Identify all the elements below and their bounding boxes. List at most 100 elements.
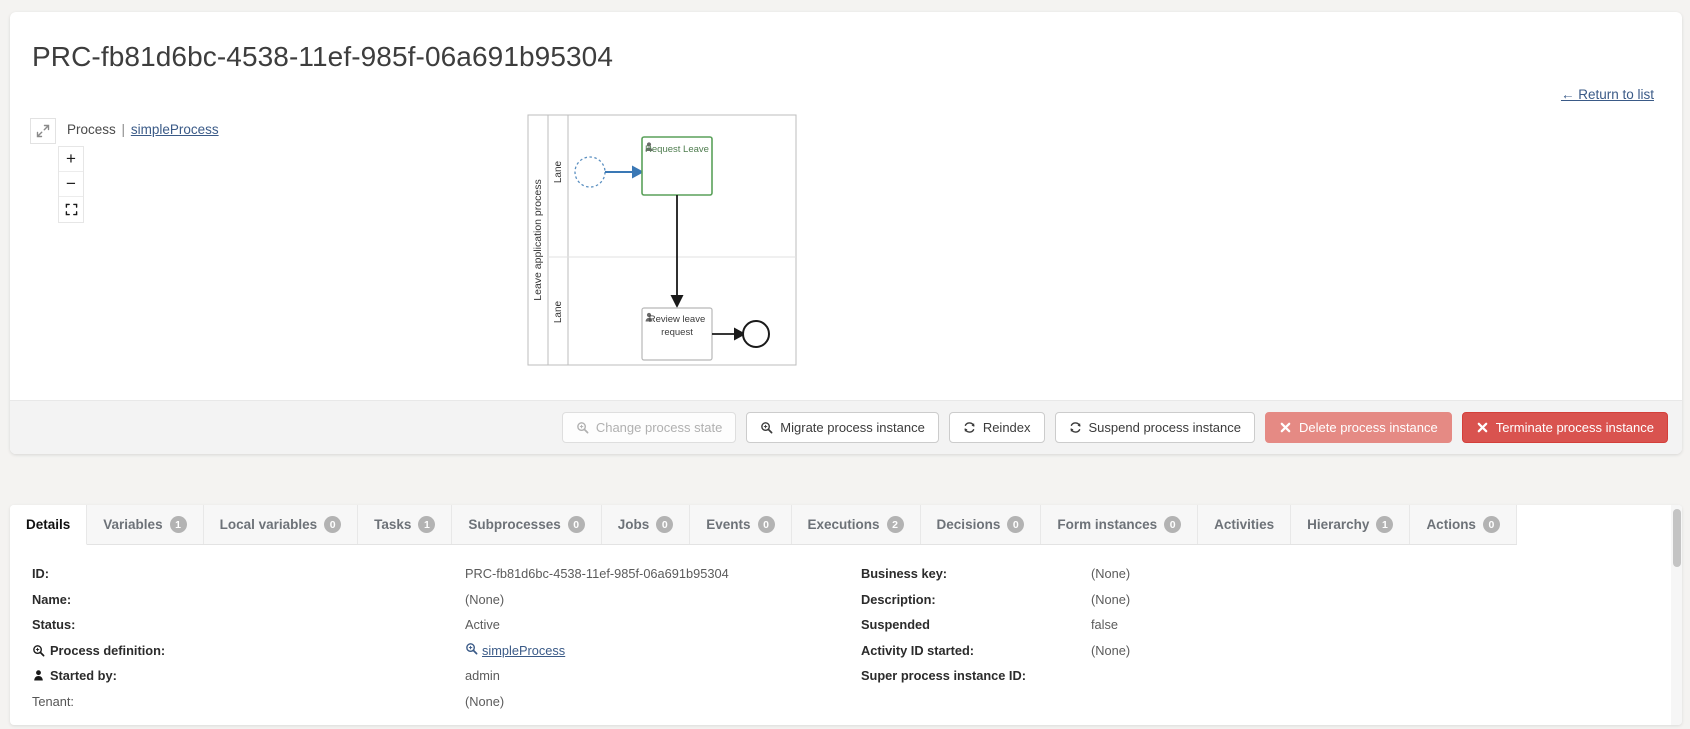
details-scrollbar[interactable]: ▲: [1671, 505, 1682, 725]
tab-tasks[interactable]: Tasks1: [358, 505, 452, 544]
detail-label: Status:: [10, 617, 465, 632]
tab-executions[interactable]: Executions2: [792, 505, 921, 544]
detail-value-text: simpleProcess: [482, 643, 565, 658]
action-button-terminate-process-instance[interactable]: Terminate process instance: [1462, 412, 1668, 443]
detail-value: (None): [1091, 592, 1130, 607]
magnifier-icon: [465, 642, 478, 658]
pool-label: Leave application process: [532, 179, 544, 300]
diagram-zoom-controls: + −: [58, 146, 84, 223]
user-icon: [32, 669, 45, 682]
user-icon: [32, 669, 45, 682]
tab-actions[interactable]: Actions0: [1410, 505, 1517, 544]
magnifier-icon: [760, 421, 773, 434]
tab-badge: 0: [656, 516, 673, 533]
tab-label: Variables: [103, 517, 162, 532]
magnifier-icon: [760, 421, 773, 434]
detail-value: PRC-fb81d6bc-4538-11ef-985f-06a691b95304: [465, 566, 729, 581]
tab-activities[interactable]: Activities: [1198, 505, 1291, 544]
zoom-out-button[interactable]: −: [59, 172, 83, 197]
detail-label: Business key:: [861, 566, 1091, 581]
detail-label: Process definition:: [10, 643, 465, 658]
magnifier-icon: [576, 421, 589, 434]
detail-row: Process definition: simpleProcess: [10, 638, 846, 664]
fit-to-screen-icon: [65, 203, 78, 216]
page-title: PRC-fb81d6bc-4538-11ef-985f-06a691b95304: [10, 12, 1682, 74]
refresh-icon: [963, 421, 976, 434]
process-actions-toolbar: Change process state Migrate process inst…: [10, 400, 1682, 454]
detail-row: Started by: admin: [10, 663, 846, 689]
detail-label-text: ID:: [32, 566, 49, 581]
refresh-icon: [963, 421, 976, 434]
tab-local-variables[interactable]: Local variables0: [204, 505, 359, 544]
tab-label: Details: [26, 517, 70, 532]
detail-row: Description: (None): [846, 587, 1682, 613]
action-button-suspend-process-instance[interactable]: Suspend process instance: [1055, 412, 1255, 443]
tab-badge: 1: [170, 516, 187, 533]
details-column-left: ID: PRC-fb81d6bc-4538-11ef-985f-06a691b95…: [10, 561, 846, 714]
detail-value: (None): [465, 592, 504, 607]
tab-label: Form instances: [1057, 517, 1157, 532]
close-x-icon: [1476, 421, 1489, 434]
tab-subprocesses[interactable]: Subprocesses0: [452, 505, 601, 544]
action-button-delete-process-instance[interactable]: Delete process instance: [1265, 412, 1452, 443]
detail-label-text: Suspended: [861, 617, 930, 632]
start-event[interactable]: [575, 157, 605, 187]
tab-hierarchy[interactable]: Hierarchy1: [1291, 505, 1410, 544]
detail-row: Business key:(None): [846, 561, 1682, 587]
detail-label-text: Name:: [32, 592, 71, 607]
detail-value: admin: [465, 668, 500, 683]
detail-value-link[interactable]: simpleProcess: [465, 642, 565, 658]
tab-form-instances[interactable]: Form instances0: [1041, 505, 1198, 544]
magnifier-icon: [465, 642, 478, 655]
action-button-label: Change process state: [596, 421, 722, 434]
tab-label: Jobs: [618, 517, 650, 532]
detail-label: Started by:: [10, 668, 465, 683]
detail-label-text: Started by:: [50, 668, 117, 683]
tab-badge: 0: [324, 516, 341, 533]
magnifier-icon: [32, 644, 45, 657]
tab-jobs[interactable]: Jobs 0: [602, 505, 691, 544]
task-review-label-line1: Review leave: [649, 314, 706, 325]
detail-label: Tenant:: [10, 694, 465, 709]
action-button-reindex[interactable]: Reindex: [949, 412, 1045, 443]
tab-decisions[interactable]: Decisions0: [921, 505, 1042, 544]
refresh-icon: [1069, 421, 1082, 434]
tab-badge: 0: [758, 516, 775, 533]
tab-label: Activities: [1214, 517, 1274, 532]
detail-label-text: Process definition:: [50, 643, 165, 658]
tab-bar-filler: [1517, 505, 1682, 545]
bpmn-canvas[interactable]: Leave application process Lane Lane Requ…: [10, 110, 1682, 400]
tab-events[interactable]: Events0: [690, 505, 791, 544]
return-to-list-link[interactable]: ← Return to list: [1561, 87, 1654, 102]
action-button-migrate-process-instance[interactable]: Migrate process instance: [746, 412, 939, 443]
tab-label: Executions: [808, 517, 880, 532]
fit-to-screen-button[interactable]: [59, 197, 83, 222]
detail-label: Activity ID started:: [861, 643, 1091, 658]
detail-value[interactable]: simpleProcess: [465, 642, 565, 658]
detail-label-text: Activity ID started:: [861, 643, 974, 658]
detail-label-text: Super process instance ID:: [861, 668, 1026, 683]
tab-variables[interactable]: Variables 1: [87, 505, 203, 544]
tab-badge: 0: [1483, 516, 1500, 533]
details-scrollbar-thumb[interactable]: [1673, 509, 1681, 567]
action-button-label: Suspend process instance: [1089, 421, 1241, 434]
detail-label-text: Status:: [32, 617, 75, 632]
detail-value: (None): [1091, 566, 1130, 581]
zoom-in-button[interactable]: +: [59, 147, 83, 172]
detail-value: false: [1091, 617, 1118, 632]
detail-row: Status: Active: [10, 612, 846, 638]
detail-label-text: Description:: [861, 592, 936, 607]
magnifier-icon: [576, 421, 589, 434]
detail-label-text: Tenant:: [32, 694, 74, 709]
detail-value: (None): [1091, 643, 1130, 658]
tab-details[interactable]: Details: [10, 505, 87, 545]
details-column-right: Business key:(None)Description:(None)Sus…: [846, 561, 1682, 714]
process-details-card: DetailsVariables1Local variables0Tasks1S…: [10, 505, 1682, 725]
end-event[interactable]: [743, 321, 769, 347]
detail-row: Super process instance ID:: [846, 663, 1682, 689]
detail-value: Active: [465, 617, 500, 632]
close-x-icon: [1279, 421, 1292, 434]
action-button-label: Migrate process instance: [780, 421, 925, 434]
details-panel: ID: PRC-fb81d6bc-4538-11ef-985f-06a691b95…: [10, 545, 1682, 714]
close-x-icon: [1279, 421, 1292, 434]
